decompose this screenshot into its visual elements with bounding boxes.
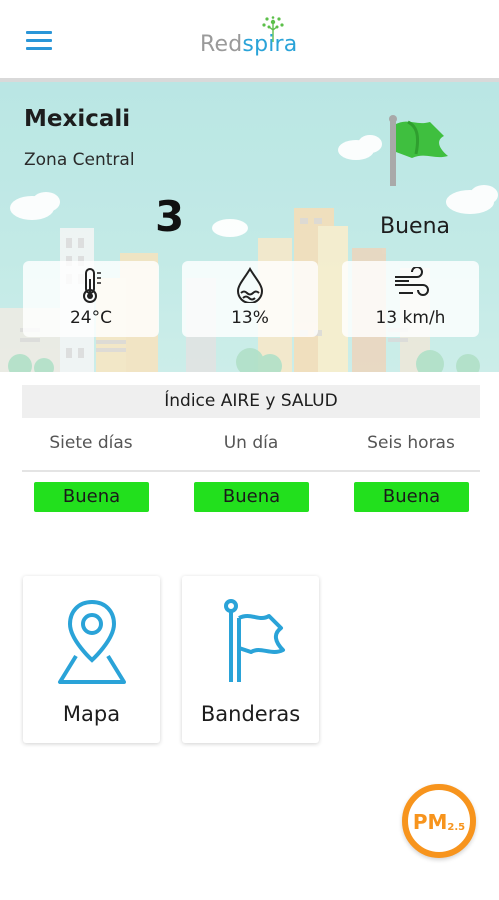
wind-value: 13 km/h (375, 308, 446, 328)
status-badge-seven-days[interactable]: Buena (34, 482, 149, 512)
map-pin-icon (57, 599, 126, 684)
wind-icon (394, 267, 429, 296)
temperature-card: 24°C (23, 261, 159, 337)
period-seven-days: Siete días (49, 433, 133, 453)
flags-tile-button[interactable]: Banderas (182, 576, 319, 743)
index-title: Índice AIRE y SALUD (22, 385, 480, 418)
app-header: Redspira (0, 0, 499, 78)
wind-card: 13 km/h (342, 261, 479, 337)
status-badge-six-hours[interactable]: Buena (354, 482, 469, 512)
city-name: Mexicali (24, 106, 131, 132)
flag-icon (223, 599, 285, 682)
period-one-day: Un día (223, 433, 279, 453)
index-divider (22, 470, 480, 472)
pm25-label: PM2.5 (408, 810, 470, 834)
period-six-hours: Seis horas (367, 433, 455, 453)
humidity-drop-icon (236, 267, 264, 303)
logo-text-spira: spira (242, 32, 298, 57)
aqi-label: Buena (380, 214, 450, 239)
hero-top-border (0, 78, 499, 82)
logo-text-red: Red (200, 32, 243, 57)
pm-label-main: PM (412, 810, 448, 834)
status-badge-one-day[interactable]: Buena (194, 482, 309, 512)
humidity-card: 13% (182, 261, 318, 337)
aqi-value: 3 (155, 192, 185, 241)
hamburger-menu-icon[interactable] (26, 31, 52, 51)
thermometer-icon (83, 268, 101, 303)
pm25-fab-button[interactable]: PM2.5 (402, 784, 476, 858)
app-logo: Redspira (200, 32, 297, 57)
humidity-value: 13% (231, 308, 269, 328)
zone-name: Zona Central (24, 150, 135, 170)
map-tile-label: Mapa (62, 702, 121, 726)
temperature-value: 24°C (69, 308, 112, 328)
map-tile-button[interactable]: Mapa (23, 576, 160, 743)
pm-label-sub: 2.5 (447, 822, 466, 833)
green-flag-icon (389, 115, 448, 186)
flags-tile-label: Banderas (200, 702, 301, 726)
